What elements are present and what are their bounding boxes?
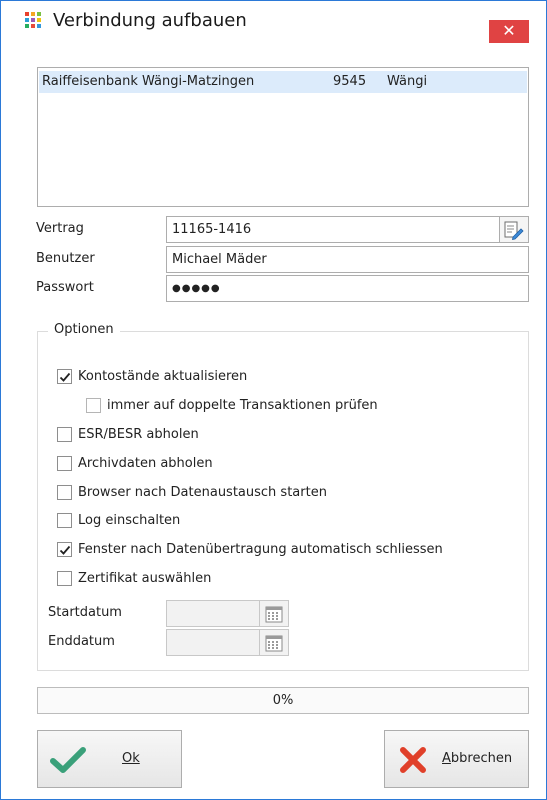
progress-text: 0%	[272, 693, 294, 708]
option-label-select-certificate[interactable]: Zertifikat auswählen	[78, 571, 211, 586]
calendar-icon	[265, 606, 283, 623]
checkbox-archive-data[interactable]	[57, 456, 72, 471]
contract-picker-button[interactable]	[500, 216, 529, 243]
user-label: Benutzer	[36, 251, 95, 266]
checkbox-enable-log[interactable]	[57, 513, 72, 528]
option-label-esr-besr[interactable]: ESR/BESR abholen	[78, 427, 199, 442]
ok-button[interactable]: Ok	[37, 730, 182, 788]
checkmark-icon	[50, 747, 86, 773]
app-grid-icon	[25, 12, 42, 29]
calendar-icon	[265, 635, 283, 652]
bank-name: Raiffeisenbank Wängi-Matzingen	[42, 74, 255, 89]
options-group-title: Optionen	[48, 322, 120, 337]
cancel-button-label: Abbrechen	[442, 751, 513, 766]
password-label: Passwort	[36, 280, 94, 295]
start-date-label: Startdatum	[48, 605, 122, 620]
end-date-label: Enddatum	[48, 634, 115, 649]
contract-field[interactable]: 11165-1416	[166, 216, 500, 243]
ok-button-label: Ok	[122, 751, 140, 766]
bank-list[interactable]: Raiffeisenbank Wängi-Matzingen 9545 Wäng…	[37, 67, 529, 207]
option-label-check-duplicates[interactable]: immer auf doppelte Transaktionen prüfen	[107, 398, 378, 413]
checkbox-auto-close[interactable]	[57, 542, 72, 557]
end-date-calendar-button[interactable]	[260, 629, 289, 656]
checkmark-icon	[59, 372, 71, 382]
bank-clearing-number: 9545	[333, 74, 367, 89]
close-button[interactable]: ✕	[489, 20, 529, 43]
cancel-button[interactable]: Abbrechen	[384, 730, 529, 788]
bank-list-row-selected[interactable]: Raiffeisenbank Wängi-Matzingen 9545 Wäng…	[39, 71, 527, 93]
title-bar[interactable]: Verbindung aufbauen ✕	[1, 1, 546, 43]
option-label-update-balances[interactable]: Kontostände aktualisieren	[78, 369, 247, 384]
checkmark-icon	[59, 545, 71, 555]
password-field[interactable]: ●●●●●	[166, 275, 529, 302]
checkbox-esr-besr[interactable]	[57, 427, 72, 442]
start-date-field[interactable]	[166, 600, 260, 627]
option-label-start-browser[interactable]: Browser nach Datenaustausch starten	[78, 485, 327, 500]
option-label-enable-log[interactable]: Log einschalten	[78, 513, 180, 528]
option-label-auto-close[interactable]: Fenster nach Datenübertragung automatisc…	[78, 542, 443, 557]
close-icon: ✕	[502, 21, 516, 40]
option-label-archive-data[interactable]: Archivdaten abholen	[78, 456, 213, 471]
checkbox-update-balances[interactable]	[57, 369, 72, 384]
user-field[interactable]: Michael Mäder	[166, 246, 529, 273]
contract-label: Vertrag	[36, 221, 84, 236]
bank-place: Wängi	[387, 74, 428, 89]
checkbox-check-duplicates[interactable]	[86, 398, 101, 413]
red-x-icon	[400, 747, 426, 773]
edit-document-icon	[504, 221, 524, 240]
window-title: Verbindung aufbauen	[53, 10, 247, 31]
end-date-field[interactable]	[166, 629, 260, 656]
progress-bar: 0%	[37, 687, 529, 714]
checkbox-start-browser[interactable]	[57, 485, 72, 500]
start-date-calendar-button[interactable]	[260, 600, 289, 627]
dialog-window: Verbindung aufbauen ✕ Raiffeisenbank Wän…	[0, 0, 547, 800]
checkbox-select-certificate[interactable]	[57, 571, 72, 586]
